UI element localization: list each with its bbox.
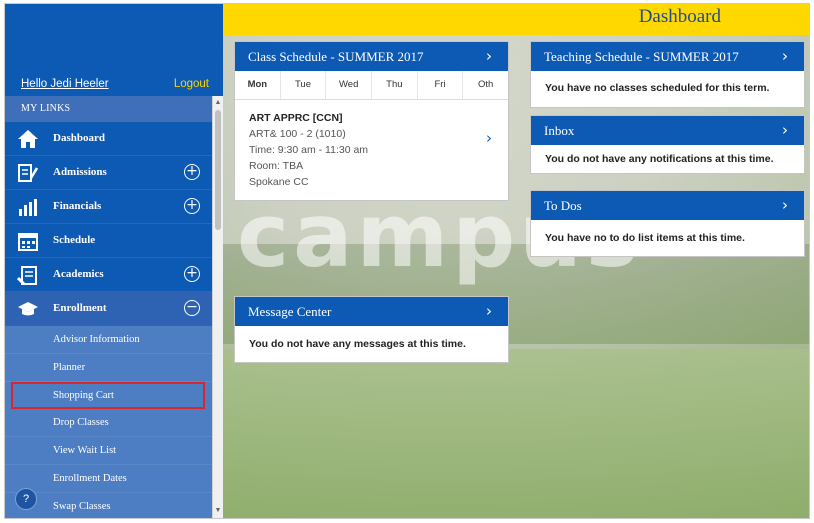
greeting-link[interactable]: Hello Jedi Heeler xyxy=(21,78,109,90)
card-title: Teaching Schedule - SUMMER 2017 xyxy=(544,49,739,64)
teaching-schedule-card: Teaching Schedule - SUMMER 2017 › You ha… xyxy=(530,41,805,108)
class-name: ART APPRC [CCN] xyxy=(249,112,343,124)
tab-fri[interactable]: Fri xyxy=(416,71,463,99)
card-title: Inbox xyxy=(544,123,575,138)
inbox-card: Inbox › You do not have any notification… xyxy=(530,115,805,174)
chevron-right-icon[interactable]: › xyxy=(782,191,788,220)
scroll-up-icon[interactable]: ▲ xyxy=(213,98,223,108)
class-room: Room: TBA xyxy=(249,160,304,172)
tab-mon[interactable]: Mon xyxy=(235,71,280,99)
todos-card: To Dos › You have no to do list items at… xyxy=(530,190,805,257)
chevron-right-icon[interactable]: › xyxy=(782,42,788,71)
collapse-icon[interactable]: − xyxy=(184,300,200,316)
my-links-header: MY LINKS xyxy=(5,96,212,122)
help-button[interactable]: ? xyxy=(15,488,37,510)
submenu-enrollment-dates[interactable]: Enrollment Dates xyxy=(5,465,212,493)
chevron-right-icon[interactable]: › xyxy=(486,42,492,71)
submenu-drop-classes[interactable]: Drop Classes xyxy=(5,409,212,437)
card-title: Message Center xyxy=(248,304,332,319)
message-center-header[interactable]: Message Center › xyxy=(235,297,508,326)
class-schedule-card: Class Schedule - SUMMER 2017 › Mon Tue W… xyxy=(234,41,509,201)
sidebar-item-schedule[interactable]: Schedule xyxy=(5,224,212,258)
todos-header[interactable]: To Dos › xyxy=(531,191,804,220)
message-center-card: Message Center › You do not have any mes… xyxy=(234,296,509,363)
submenu-view-wait-list[interactable]: View Wait List xyxy=(5,437,212,465)
chevron-right-icon[interactable]: › xyxy=(782,116,788,145)
submenu-advisor-information[interactable]: Advisor Information xyxy=(5,326,212,354)
tab-oth[interactable]: Oth xyxy=(462,71,508,99)
tab-wed[interactable]: Wed xyxy=(325,71,371,99)
sidebar-item-label: Admissions xyxy=(53,166,107,178)
main-content: campus Dashboard Class Schedule - SUMMER… xyxy=(223,4,809,518)
scrollbar-thumb[interactable] xyxy=(215,110,221,230)
home-icon xyxy=(18,130,38,148)
logout-link[interactable]: Logout xyxy=(174,78,209,90)
day-tabs: Mon Tue Wed Thu Fri Oth xyxy=(235,71,508,100)
sidebar-item-label: Dashboard xyxy=(53,132,105,144)
financials-icon xyxy=(19,199,37,216)
sidebar-item-label: Financials xyxy=(53,200,102,212)
chevron-right-icon[interactable]: › xyxy=(486,297,492,326)
academics-icon xyxy=(17,266,37,286)
page-title: Dashboard xyxy=(638,6,721,27)
teaching-schedule-message: You have no classes scheduled for this t… xyxy=(545,82,770,94)
enrollment-submenu: Advisor Information Planner Shopping Car… xyxy=(5,326,212,518)
sidebar-item-label: Academics xyxy=(53,268,104,280)
sidebar-header: Hello Jedi Heeler Logout xyxy=(5,4,223,96)
class-schedule-header[interactable]: Class Schedule - SUMMER 2017 › xyxy=(235,42,508,71)
message-center-message: You do not have any messages at this tim… xyxy=(249,338,466,350)
todos-message: You have no to do list items at this tim… xyxy=(545,232,745,244)
sidebar-item-label: Enrollment xyxy=(53,302,107,314)
class-time: Time: 9:30 am - 11:30 am xyxy=(249,144,369,156)
sidebar-item-financials[interactable]: Financials + xyxy=(5,190,212,224)
sidebar-item-enrollment[interactable]: Enrollment − xyxy=(5,292,212,326)
graduation-cap-icon xyxy=(18,302,38,316)
expand-icon[interactable]: + xyxy=(184,164,200,180)
expand-icon[interactable]: + xyxy=(184,266,200,282)
tab-tue[interactable]: Tue xyxy=(279,71,326,99)
background-lawn xyxy=(223,349,809,518)
card-title: To Dos xyxy=(544,198,582,213)
calendar-icon xyxy=(18,233,38,251)
class-entry[interactable]: ART APPRC [CCN] ART& 100 - 2 (1010) Time… xyxy=(235,100,508,200)
sidebar-nav: Dashboard Admissions + Financials + Sche… xyxy=(5,122,212,518)
sidebar-item-label: Schedule xyxy=(53,234,96,246)
sidebar-item-dashboard[interactable]: Dashboard xyxy=(5,122,212,156)
scroll-down-icon[interactable]: ▼ xyxy=(213,506,223,516)
admissions-icon xyxy=(18,164,39,182)
top-bar: Dashboard xyxy=(223,4,809,35)
inbox-message: You do not have any notifications at thi… xyxy=(545,153,774,165)
tab-thu[interactable]: Thu xyxy=(371,71,417,99)
sidebar: Hello Jedi Heeler Logout MY LINKS Dashbo… xyxy=(5,4,223,518)
expand-icon[interactable]: + xyxy=(184,198,200,214)
submenu-shopping-cart[interactable]: Shopping Cart xyxy=(11,382,205,409)
teaching-schedule-header[interactable]: Teaching Schedule - SUMMER 2017 › xyxy=(531,42,804,71)
inbox-header[interactable]: Inbox › xyxy=(531,116,804,145)
chevron-right-icon[interactable]: › xyxy=(486,130,492,146)
sidebar-item-admissions[interactable]: Admissions + xyxy=(5,156,212,190)
app-window: Hello Jedi Heeler Logout MY LINKS Dashbo… xyxy=(4,3,810,519)
card-title: Class Schedule - SUMMER 2017 xyxy=(248,49,424,64)
sidebar-item-academics[interactable]: Academics + xyxy=(5,258,212,292)
sidebar-scrollbar[interactable]: ▲ ▼ xyxy=(212,96,223,518)
class-campus: Spokane CC xyxy=(249,176,309,188)
submenu-planner[interactable]: Planner xyxy=(5,354,212,382)
class-section: ART& 100 - 2 (1010) xyxy=(249,128,346,140)
